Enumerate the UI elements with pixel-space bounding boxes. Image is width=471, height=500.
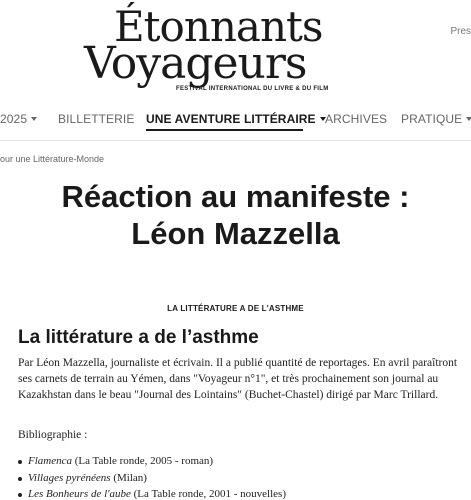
article-kicker: LA LITTÉRATURE A DE L'ASTHME: [167, 304, 304, 313]
book-title: Flamenca: [28, 455, 72, 467]
press-link[interactable]: Pres: [450, 26, 471, 37]
article-intro: Par Léon Mazzella, journaliste et écriva…: [18, 357, 458, 401]
nav-item-label: PRATIQUE: [401, 112, 463, 126]
nav-item-label: BILLETTERIE: [58, 112, 135, 126]
logo-subtitle: FESTIVAL INTERNATIONAL DU LIVRE & DU FIL…: [176, 86, 329, 92]
nav-divider: [0, 140, 471, 141]
bibliography-label: Bibliographie :: [18, 429, 88, 441]
caret-down-icon: [31, 117, 38, 121]
book-title: Les Bonheurs de l'aube: [28, 488, 131, 500]
nav-item-2025[interactable]: 2025: [0, 112, 38, 126]
section-heading: La littérature a de l’asthme: [18, 327, 259, 348]
book-details: (La Table ronde, 2001 - nouvelles): [130, 488, 286, 500]
list-item: Les Bonheurs de l'aube (La Table ronde, …: [18, 486, 458, 500]
festival-logo[interactable]: Étonnants Voyageurs FESTIVAL INTERNATION…: [84, 4, 334, 96]
nav-item-archives[interactable]: ARCHIVES: [325, 112, 387, 126]
list-item: Flamenca (La Table ronde, 2005 - roman): [18, 453, 458, 470]
main-nav: 2025 BILLETTERIE UNE AVENTURE LITTÉRAIRE…: [0, 108, 471, 134]
book-details: (Milan): [110, 471, 147, 484]
nav-item-label: ARCHIVES: [325, 112, 388, 126]
nav-item-billetterie[interactable]: BILLETTERIE: [58, 112, 134, 126]
nav-item-aventure-litteraire[interactable]: UNE AVENTURE LITTÉRAIRE: [146, 112, 326, 126]
book-title: Villages pyrénéens: [28, 471, 111, 484]
bibliography-list: Flamenca (La Table ronde, 2005 - roman) …: [18, 453, 458, 500]
logo-line-2: Voyageurs: [84, 38, 307, 89]
active-nav-underline: [146, 129, 303, 131]
nav-item-pratique[interactable]: PRATIQUE: [401, 112, 471, 126]
list-item: Villages pyrénéens (Milan): [18, 470, 458, 487]
caret-down-icon: [466, 117, 471, 121]
page-title: Réaction au manifeste : Léon Mazzella: [61, 179, 410, 251]
book-details: (La Table ronde, 2005 - roman): [71, 455, 214, 467]
nav-item-label: 2025: [0, 112, 28, 126]
nav-item-label: UNE AVENTURE LITTÉRAIRE: [146, 112, 316, 126]
breadcrumb[interactable]: our une Littérature-Monde: [0, 154, 104, 164]
